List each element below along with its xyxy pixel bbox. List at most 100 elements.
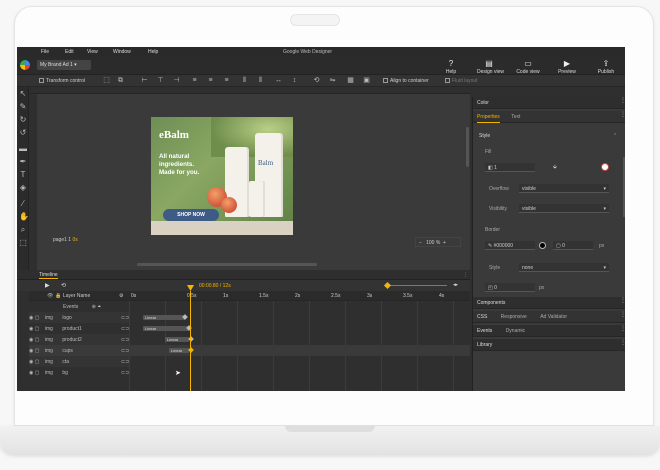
layer-visibility-icon[interactable]: ◉ bbox=[29, 315, 33, 321]
tab-properties[interactable]: Properties bbox=[477, 114, 500, 123]
eye-icon[interactable]: 👁 bbox=[47, 293, 53, 299]
layer-row-selected[interactable]: ◉ ▢ img cups ⊂⊃ bbox=[29, 345, 129, 356]
layer-visibility-icon[interactable]: ◉ bbox=[29, 337, 33, 343]
pen-tool-icon[interactable]: ✒ bbox=[19, 158, 27, 166]
align-bottom-icon[interactable]: ≡ bbox=[223, 77, 230, 84]
translation-tool-icon[interactable]: ↺ bbox=[19, 129, 27, 137]
fill-opacity-field[interactable]: ◧ 1 bbox=[485, 163, 535, 172]
layer-row[interactable]: ◉ ▢ img cta ⊂⊃ bbox=[29, 356, 129, 367]
animation-bar[interactable]: Linear bbox=[165, 337, 189, 342]
design-view-button[interactable]: ▤ Design view bbox=[477, 60, 504, 76]
fluid-layout-toggle[interactable]: Fluid layout bbox=[445, 78, 478, 84]
animation-bar[interactable]: Linear bbox=[169, 348, 189, 353]
tab-ad-validator[interactable]: Ad Validator bbox=[540, 314, 567, 320]
animation-bar[interactable]: Linear bbox=[143, 326, 189, 331]
panel-menu-icon[interactable]: ⋮ bbox=[463, 272, 468, 278]
link-icon[interactable]: ⊂⊃ bbox=[121, 326, 129, 332]
page-indicator[interactable]: page1 1 0s bbox=[53, 237, 78, 243]
ad-cta-button[interactable]: SHOP NOW bbox=[163, 209, 219, 221]
overflow-select[interactable]: visible ▾ bbox=[519, 184, 609, 193]
tab-dynamic[interactable]: Dynamic bbox=[506, 328, 525, 334]
zoom-control[interactable]: − 100 % + bbox=[415, 237, 461, 247]
flip-icon[interactable]: ⇋ bbox=[329, 77, 336, 84]
event-marker-icon[interactable]: ⏶ bbox=[97, 304, 101, 310]
tag-tool-icon[interactable]: ✎ bbox=[19, 103, 27, 111]
layer-lock-icon[interactable]: ▢ bbox=[35, 348, 40, 354]
3d-rotation-tool-icon[interactable]: ↻ bbox=[19, 116, 27, 124]
layer-visibility-icon[interactable]: ◉ bbox=[29, 326, 33, 332]
border-width-field[interactable]: ▢ 0 bbox=[553, 241, 593, 250]
menu-window[interactable]: Window bbox=[113, 49, 131, 55]
menu-edit[interactable]: Edit bbox=[65, 49, 74, 55]
file-tab[interactable]: My Brand Ad 1 ▾ bbox=[37, 60, 91, 70]
copy-icon[interactable]: ⧉ bbox=[117, 77, 124, 84]
tab-events[interactable]: Events bbox=[477, 328, 492, 334]
selection-tool-icon[interactable]: ↖ bbox=[19, 90, 27, 98]
loop-icon[interactable]: ⟲ bbox=[61, 282, 66, 289]
animation-bar[interactable]: Linear bbox=[143, 315, 185, 320]
visibility-select[interactable]: visible ▾ bbox=[519, 204, 609, 213]
border-color-swatch-icon[interactable] bbox=[539, 242, 546, 249]
zoom-tool-icon[interactable]: ⌕ bbox=[19, 226, 27, 234]
play-icon[interactable]: ▶ bbox=[45, 282, 50, 289]
fill-none-swatch-icon[interactable] bbox=[601, 163, 609, 171]
align-center-icon[interactable]: ⊤ bbox=[157, 77, 164, 84]
paint-bucket-icon[interactable]: ◈ bbox=[19, 184, 27, 192]
panel-menu-icon[interactable]: ⋮ bbox=[620, 298, 625, 307]
layer-row[interactable]: ◉ ▢ img logo ⊂⊃ bbox=[29, 312, 129, 323]
layer-row[interactable]: ◉ ▢ img bg ⊂⊃ bbox=[29, 367, 129, 378]
link-icon[interactable]: ⊂⊃ bbox=[121, 359, 129, 365]
link-icon[interactable]: ⊂⊃ bbox=[121, 315, 129, 321]
layer-visibility-icon[interactable]: ◉ bbox=[29, 348, 33, 354]
add-event-icon[interactable]: ⊕ bbox=[92, 304, 96, 310]
eyedropper-icon[interactable]: ⁄ bbox=[19, 200, 27, 208]
layer-visibility-icon[interactable]: ◉ bbox=[29, 370, 33, 376]
publish-button[interactable]: ⇪ Publish bbox=[594, 60, 618, 76]
code-view-button[interactable]: ▭ Code view bbox=[516, 60, 540, 76]
layer-lock-icon[interactable]: ▢ bbox=[35, 315, 40, 321]
canvas-horizontal-scrollbar[interactable] bbox=[137, 263, 317, 266]
align-to-container-toggle[interactable]: Align to container bbox=[383, 78, 429, 84]
collapse-style-icon[interactable]: ⌃ bbox=[613, 133, 617, 139]
canvas-vertical-scrollbar[interactable] bbox=[466, 127, 469, 167]
preview-button[interactable]: ▶ Preview bbox=[555, 60, 579, 76]
timeline-zoom-handle[interactable] bbox=[383, 281, 392, 290]
panel-menu-icon[interactable]: ⋮ bbox=[620, 112, 625, 121]
layer-row[interactable]: ◉ ▢ img product2 ⊂⊃ bbox=[29, 334, 129, 345]
menu-view[interactable]: View bbox=[87, 49, 98, 55]
radius-field[interactable]: ◰ 0 bbox=[485, 283, 535, 292]
transform-control-toggle[interactable]: Transform control bbox=[39, 78, 85, 84]
menu-help[interactable]: Help bbox=[148, 49, 158, 55]
align-right-icon[interactable]: ⊣ bbox=[173, 77, 180, 84]
panel-menu-icon[interactable]: ⋮ bbox=[620, 312, 625, 321]
properties-scrollbar[interactable] bbox=[623, 157, 625, 217]
layer-row[interactable]: ◉ ▢ img product1 ⊂⊃ bbox=[29, 323, 129, 334]
link-icon[interactable]: ⊂⊃ bbox=[121, 337, 129, 343]
panel-menu-icon[interactable]: ⋮ bbox=[620, 98, 625, 107]
transform-icon[interactable]: ⬚ bbox=[103, 77, 110, 84]
tab-css[interactable]: CSS bbox=[477, 314, 487, 320]
gear-icon[interactable]: ⚙ bbox=[119, 293, 123, 299]
layer-lock-icon[interactable]: ▢ bbox=[35, 359, 40, 365]
tab-responsive[interactable]: Responsive bbox=[501, 314, 527, 320]
text-tool-icon[interactable]: T bbox=[19, 171, 27, 179]
distribute-h-icon[interactable]: ⫴ bbox=[241, 77, 248, 84]
align-top-icon[interactable]: ≡ bbox=[191, 77, 198, 84]
border-style-select[interactable]: none ▾ bbox=[519, 263, 609, 272]
hand-tool-icon[interactable]: ✋ bbox=[19, 213, 29, 221]
rotate-icon[interactable]: ⟲ bbox=[313, 77, 320, 84]
timeline-expand-icon[interactable]: ◂▸ bbox=[453, 282, 458, 288]
style-section-label[interactable]: Style bbox=[479, 133, 490, 139]
fill-bucket-icon[interactable]: ⬙ bbox=[553, 164, 557, 170]
ad-artboard[interactable]: eBalm All natural ingredients. Made for … bbox=[151, 117, 293, 235]
layer-visibility-icon[interactable]: ◉ bbox=[29, 359, 33, 365]
layer-lock-icon[interactable]: ▢ bbox=[35, 337, 40, 343]
playhead[interactable] bbox=[190, 291, 191, 391]
panel-menu-icon[interactable]: ⋮ bbox=[620, 326, 625, 335]
group-icon[interactable]: ▣ bbox=[363, 77, 370, 84]
panel-menu-icon[interactable]: ⋮ bbox=[620, 340, 625, 349]
align-left-icon[interactable]: ⊢ bbox=[141, 77, 148, 84]
size-h-icon[interactable]: ↔ bbox=[275, 77, 282, 84]
crop-tool-icon[interactable]: ⬚ bbox=[19, 239, 27, 247]
help-button[interactable]: ? Help bbox=[439, 60, 463, 76]
